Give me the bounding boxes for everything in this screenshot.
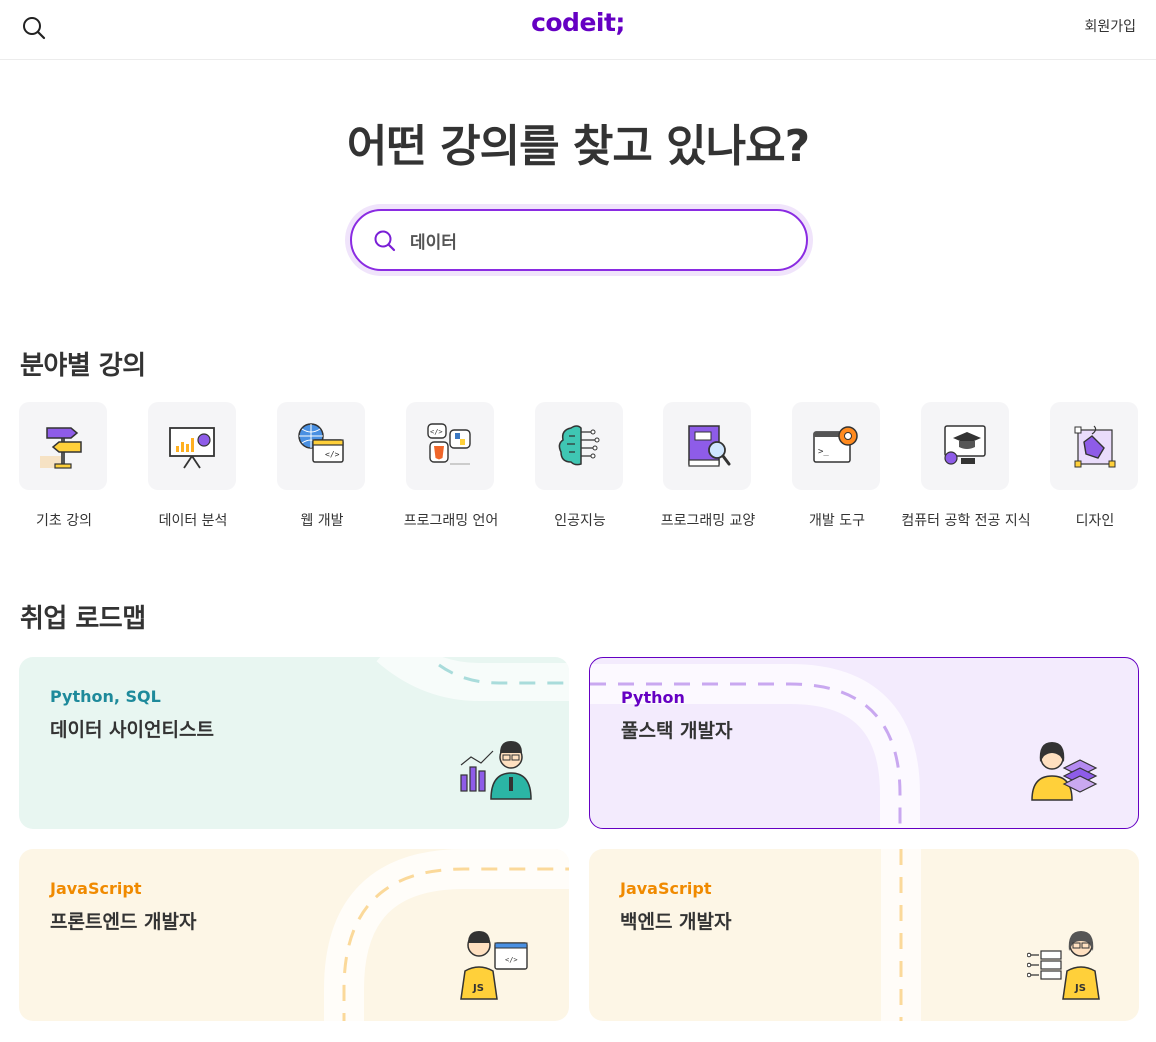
book-magnifier-icon <box>688 425 731 467</box>
signup-link[interactable]: 회원가입 <box>1084 16 1136 36</box>
roadmap-tech: Python <box>621 688 685 707</box>
brain-circuit-icon <box>558 425 600 466</box>
roadmap-tech: JavaScript <box>50 879 142 898</box>
roadmap-card-backend[interactable]: JavaScript 백엔드 개발자 JS <box>589 849 1139 1021</box>
svg-text:>_: >_ <box>818 447 829 457</box>
roadmap-card-frontend[interactable]: JavaScript 프론트엔드 개발자 </> JS <box>19 849 569 1021</box>
search-input[interactable] <box>410 225 790 255</box>
signpost-icon <box>40 427 82 469</box>
category-design[interactable]: 디자인 <box>1025 402 1156 532</box>
category-list: 기초 강의 데이터 분석 </> 웹 개발 </> 프로그래밍 언어 인공지능 … <box>0 402 1156 542</box>
svg-text:</>: </> <box>505 956 518 964</box>
search-icon <box>374 230 396 252</box>
frontend-developer-icon: </> JS <box>460 931 528 1000</box>
svg-text:JS: JS <box>1074 983 1086 994</box>
chart-board-icon <box>169 427 215 469</box>
svg-text:JS: JS <box>472 983 484 994</box>
page-title: 어떤 강의를 찾고 있나요? <box>346 121 810 172</box>
category-label: 디자인 <box>1075 513 1115 529</box>
data-scientist-icon <box>460 741 532 800</box>
fullstack-developer-icon <box>1031 742 1098 801</box>
roadmap-role: 프론트엔드 개발자 <box>50 911 197 933</box>
svg-text:</>: </> <box>430 428 443 436</box>
roadmap-card-data-scientist[interactable]: Python, SQL 데이터 사이언티스트 <box>19 657 569 829</box>
categories-title: 분야별 강의 <box>20 351 146 381</box>
backend-developer-icon: JS <box>1027 931 1100 1000</box>
terminal-gear-icon: >_ <box>813 426 858 463</box>
roadmap-tech: Python, SQL <box>50 687 161 706</box>
roadmap-role: 풀스택 개발자 <box>621 720 733 742</box>
globe-browser-icon: </> <box>298 423 344 463</box>
roadmap-role: 데이터 사이언티스트 <box>50 719 214 741</box>
pen-tool-icon <box>1074 425 1116 468</box>
course-search-box <box>350 209 808 271</box>
top-header: codeit; 회원가입 <box>0 0 1156 60</box>
roadmap-card-fullstack[interactable]: Python 풀스택 개발자 <box>589 657 1139 829</box>
roadmap-role: 백엔드 개발자 <box>620 911 732 933</box>
roadmap-title: 취업 로드맵 <box>20 604 146 634</box>
language-bubbles-icon: </> <box>427 423 471 465</box>
codeit-logo[interactable]: codeit; <box>0 8 1156 37</box>
svg-text:</>: </> <box>325 450 340 459</box>
roadmap-tech: JavaScript <box>620 879 712 898</box>
graduation-monitor-icon <box>944 425 986 465</box>
